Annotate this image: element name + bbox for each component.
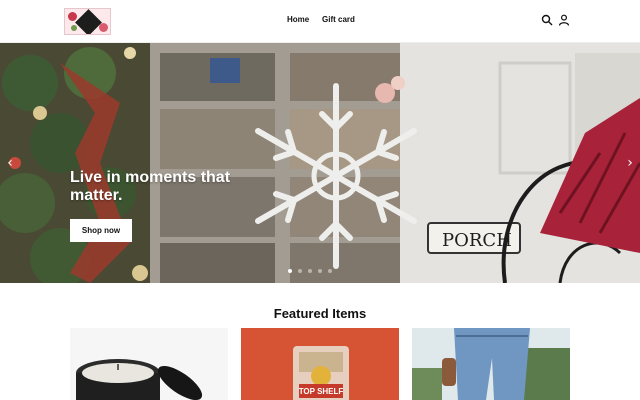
hero-image: PORCH (0, 43, 640, 283)
nav-home-link[interactable]: Home (287, 15, 309, 24)
product-card-jeans[interactable] (412, 328, 570, 400)
coffee-bag-image: TOP SHELF (293, 346, 349, 400)
site-header: Home Gift card (0, 0, 640, 43)
coffee-label-text: TOP SHELF (299, 387, 344, 396)
product-card-candle[interactable] (70, 328, 228, 400)
jeans-image (412, 328, 570, 400)
account-icon[interactable] (558, 14, 570, 26)
slide-dot-3[interactable] (308, 269, 312, 273)
slide-dot-1[interactable] (288, 269, 292, 273)
flower-decoration (68, 12, 77, 21)
flower-decoration (99, 23, 108, 32)
product-card-coffee[interactable]: TOP SHELF (241, 328, 399, 400)
slide-dot-5[interactable] (328, 269, 332, 273)
porch-sign-text: PORCH (442, 230, 512, 251)
leaf-decoration (71, 25, 77, 31)
logo-diamond (75, 9, 102, 34)
shop-now-button[interactable]: Shop now (70, 219, 132, 242)
chevron-left-icon[interactable]: ‹ (4, 156, 16, 170)
hero-slideshow: PORCH Live in moments that matter. Shop … (0, 43, 640, 283)
hero-headline: Live in moments that matter. (70, 169, 231, 204)
chevron-right-icon[interactable]: › (624, 156, 636, 170)
featured-heading: Featured Items (273, 306, 367, 321)
slide-dot-4[interactable] (318, 269, 322, 273)
candle-image (76, 359, 203, 400)
search-icon[interactable] (541, 14, 553, 26)
store-logo[interactable] (64, 8, 111, 35)
slide-dot-2[interactable] (298, 269, 302, 273)
nav-gift-card-link[interactable]: Gift card (322, 15, 355, 24)
